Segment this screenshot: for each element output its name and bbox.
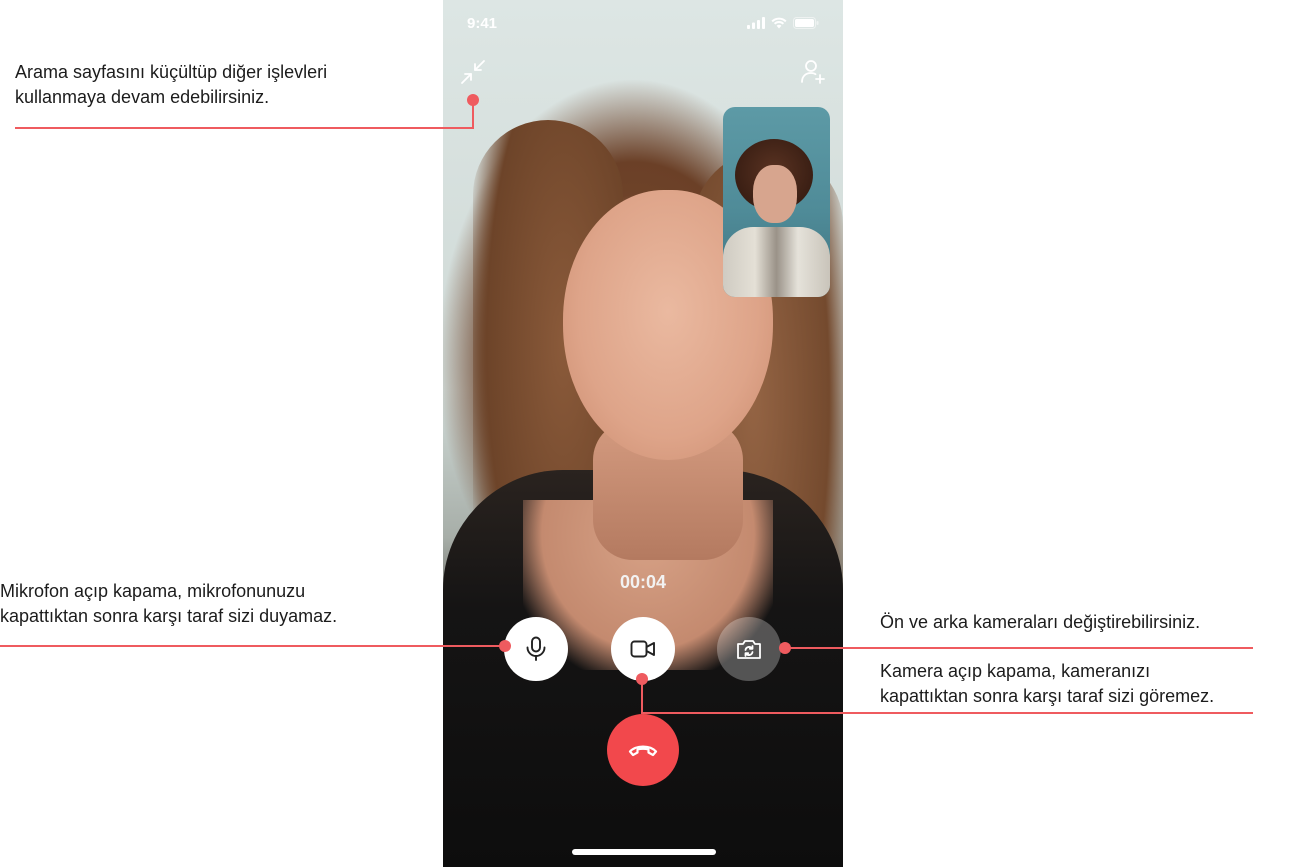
self-view-face: [753, 165, 797, 223]
status-icons: [747, 17, 819, 29]
annotation-camera-leader-horizontal: [641, 712, 1253, 714]
annotation-microphone-dot: [499, 640, 511, 652]
minimize-icon: [461, 60, 485, 84]
annotation-camera: Kamera açıp kapama, kameranızı kapattıkt…: [880, 661, 1215, 706]
status-bar: 9:41: [467, 14, 819, 34]
end-call-button[interactable]: [607, 714, 679, 786]
camera-toggle-button[interactable]: [611, 617, 675, 681]
call-timer: 00:04: [619, 572, 667, 592]
self-view-shirt: [723, 227, 830, 297]
home-indicator[interactable]: [572, 849, 716, 855]
switch-camera-icon: [737, 640, 761, 659]
annotation-minimize-dot: [467, 94, 479, 106]
self-view-preview[interactable]: [723, 107, 830, 297]
status-time: 9:41: [467, 15, 498, 32]
signal-icon: [747, 17, 765, 29]
annotation-switch-camera-leader: [785, 647, 1253, 649]
annotation-minimize: Arama sayfasını küçültüp diğer işlevleri…: [15, 62, 328, 107]
annotation-minimize-leader-horizontal: [15, 127, 474, 129]
wifi-icon: [771, 17, 787, 29]
minimize-button[interactable]: [459, 58, 487, 86]
annotation-microphone-leader: [0, 645, 505, 647]
battery-icon: [793, 17, 819, 29]
microphone-icon: [526, 636, 546, 661]
annotation-switch-camera: Ön ve arka kameraları değiştirebilirsini…: [880, 612, 1201, 632]
switch-camera-button[interactable]: [717, 617, 781, 681]
annotation-switch-camera-dot: [779, 642, 791, 654]
microphone-toggle-button[interactable]: [504, 617, 568, 681]
add-participant-button[interactable]: [799, 57, 827, 85]
video-camera-icon: [630, 640, 655, 658]
annotation-camera-dot: [636, 673, 648, 685]
end-call-icon: [628, 745, 658, 757]
add-person-icon: [801, 60, 825, 84]
video-call-screen: 9:41 00:04: [443, 0, 843, 867]
annotation-microphone: Mikrofon açıp kapama, mikrofonunuzu kapa…: [0, 581, 338, 626]
